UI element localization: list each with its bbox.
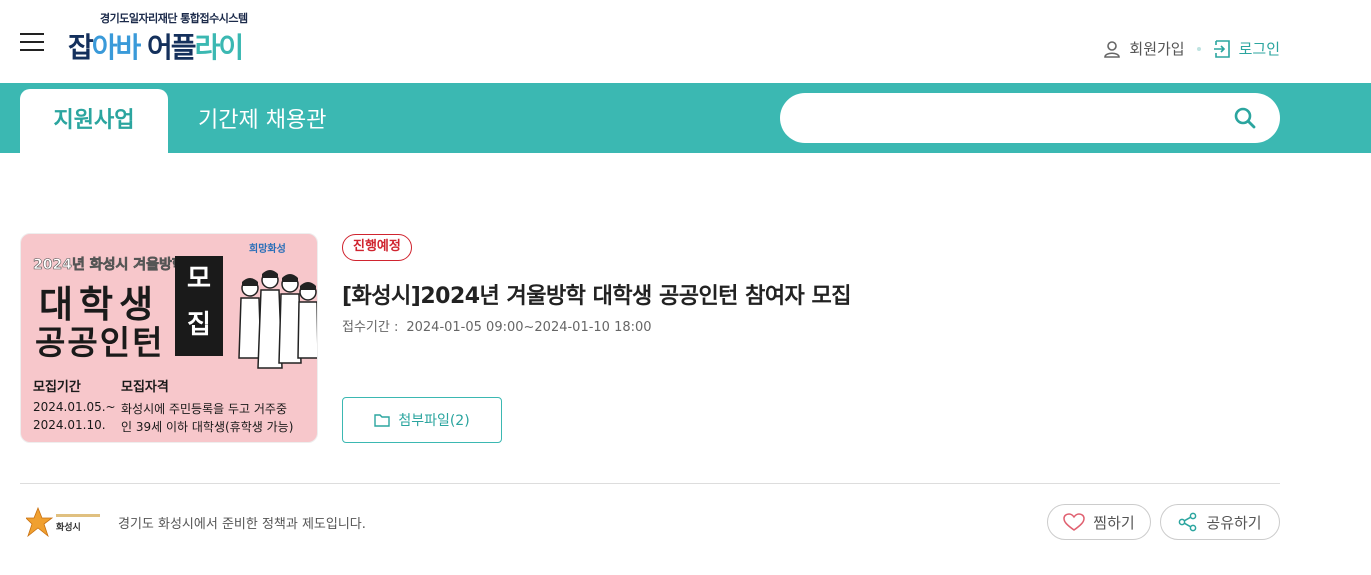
thumbnail-period-label: 모집기간 [33,380,81,395]
login-link[interactable]: 로그인 [1213,38,1280,59]
mojip-char: 모 [187,264,211,294]
attachments-button[interactable]: 첨부파일(2) [342,397,502,443]
user-menu: 회원가입 로그인 [1103,38,1280,59]
logo-part: 아바 [91,31,148,64]
folder-icon [374,414,391,427]
separator-dot [1196,46,1201,51]
tab-temporary-jobs[interactable]: 기간제 채용관 [168,89,356,153]
divider [20,483,1280,484]
thumbnail-date2: 2024.01.10. [33,418,106,432]
post-thumbnail[interactable]: 2024년 화성시 겨울방학 대학생 공공인턴 모 집 희망화성 모집기간 모집… [20,233,318,443]
menu-icon-bar [20,41,44,43]
thumbnail-qual1: 화성시에 주민등록을 두고 거주중 [121,402,288,416]
like-button[interactable]: 찜하기 [1047,504,1151,540]
site-logo[interactable]: 경기도일자리재단 통합접수시스템 잡아바 어플라이 [68,8,288,68]
share-icon [1179,512,1197,532]
thumbnail-line1: 2024년 화성시 겨울방학 [33,257,185,274]
thumbnail-mojip: 모 집 [175,256,223,356]
thumbnail-line3: 공공인턴 [35,323,165,362]
thumbnail-qual2: 인 39세 이하 대학생(휴학생 가능) [121,420,294,434]
logo-wordmark: 잡아바 어플라이 [68,26,245,66]
mojip-char: 집 [187,310,211,340]
attachments-label: 첨부파일(2) [398,413,470,429]
period-label: 접수기간 : [342,320,399,335]
share-button[interactable]: 공유하기 [1160,504,1280,540]
menu-icon-bar [20,33,44,35]
like-label: 찜하기 [1093,513,1135,532]
people-illustration [238,270,317,369]
post-title[interactable]: [화성시]2024년 겨울방학 대학생 공공인턴 참여자 모집 [342,278,851,310]
menu-icon-bar [20,49,44,51]
hwaseong-logo: 화성시 [26,506,100,538]
menu-icon[interactable] [20,32,44,52]
period-value: 2024-01-05 09:00~2024-01-10 18:00 [406,320,652,335]
search-icon[interactable] [1232,105,1258,131]
status-badge: 진행예정 [342,234,412,261]
org-logo-text: 화성시 [56,521,81,533]
org-description: 경기도 화성시에서 준비한 정책과 제도입니다. [118,517,366,532]
application-period: 접수기간 : 2024-01-05 09:00~2024-01-10 18:00 [342,316,652,335]
user-icon [1104,40,1121,58]
share-label: 공유하기 [1206,513,1262,532]
login-icon [1213,39,1230,58]
logo-part: 잡 [68,31,94,64]
logo-part: 어플 [147,31,197,64]
join-label: 회원가입 [1129,40,1185,58]
logo-subtitle: 경기도일자리재단 통합접수시스템 [100,12,248,25]
thumbnail-date1: 2024.01.05.~ [33,400,116,414]
login-label: 로그인 [1238,40,1280,58]
heart-icon [1063,513,1086,531]
logo-part: 라이 [194,31,245,64]
tab-support-programs[interactable]: 지원사업 [20,89,168,153]
thumbnail-qual-label: 모집자격 [121,380,169,395]
nav-bar: 지원사업 기간제 채용관 [0,83,1371,153]
join-link[interactable]: 회원가입 [1103,38,1185,59]
thumbnail-logo: 희망화성 [249,244,286,255]
header: 경기도일자리재단 통합접수시스템 잡아바 어플라이 회원가입 로그인 [0,0,1371,83]
search-box [780,93,1280,143]
search-input[interactable] [804,103,1224,133]
